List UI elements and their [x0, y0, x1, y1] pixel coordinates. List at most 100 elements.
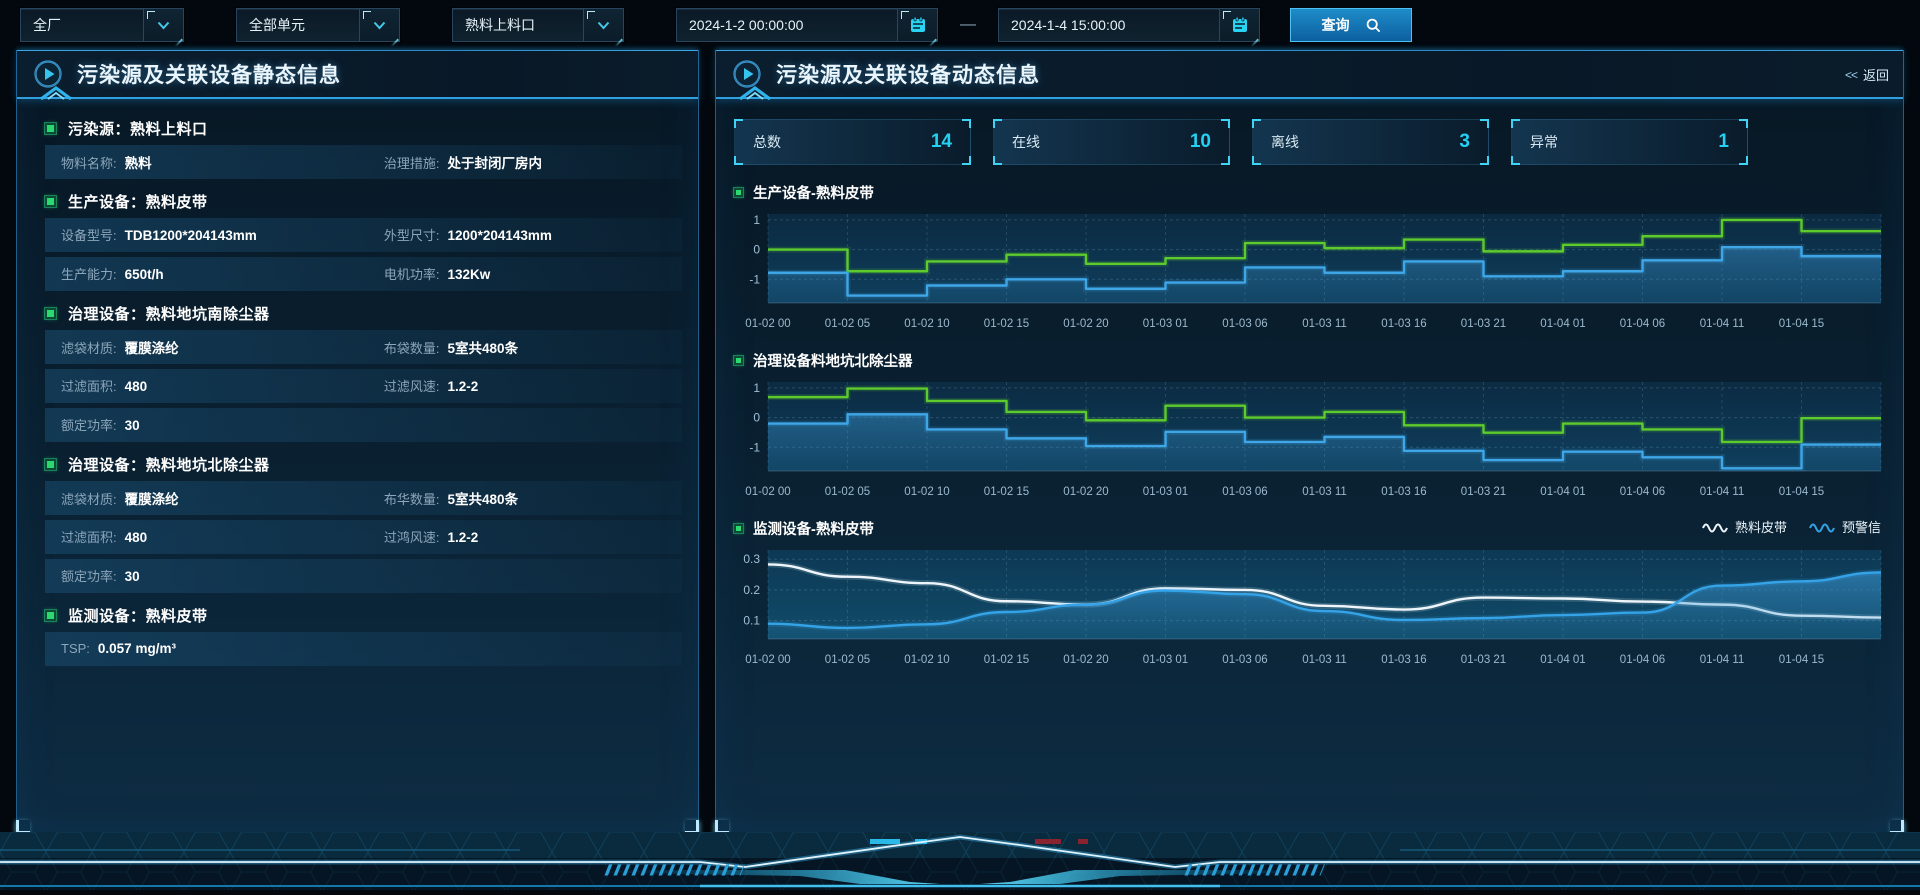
svg-text:01-03 06: 01-03 06	[1222, 654, 1267, 666]
green-square-bullet	[45, 123, 56, 134]
corner-accent	[962, 119, 971, 128]
field-value: 熟料	[125, 156, 152, 171]
svg-text:01-02 00: 01-02 00	[745, 654, 790, 666]
green-square-bullet	[45, 308, 56, 319]
stat-value: 10	[1190, 131, 1211, 153]
query-button[interactable]: 查询	[1290, 8, 1412, 42]
static-info-title: 污染源及关联设备静态信息	[77, 59, 341, 89]
device-stats-row: 总数 14 在线 10 离线 3 异常 1	[734, 119, 1885, 165]
svg-text:01-02 10: 01-02 10	[904, 654, 949, 666]
query-button-label: 查询	[1322, 15, 1350, 35]
field-value: 650t/h	[125, 267, 164, 282]
svg-text:01-02 00: 01-02 00	[745, 318, 790, 330]
corner-accent	[1739, 119, 1748, 128]
svg-text:01-03 16: 01-03 16	[1381, 654, 1426, 666]
field-label: 滤袋材质:	[61, 341, 117, 356]
chart-title: 生产设备-熟料皮带	[753, 182, 874, 203]
date-start-input[interactable]: 2024-1-2 00:00:00	[676, 8, 938, 42]
field-value: 5室共480条	[448, 492, 519, 507]
chart-monitoring-equipment: 监测设备-熟料皮带 熟料皮带 预警信	[734, 515, 1885, 677]
section-heading-text: 治理设备：熟料地坑北除尘器	[68, 454, 270, 475]
chevron-down-icon[interactable]	[583, 9, 623, 41]
field-label: TSP:	[61, 641, 90, 656]
section-heading-text: 污染源：熟料上料口	[68, 118, 208, 139]
chevron-down-icon[interactable]	[143, 9, 183, 41]
section-heading-text: 治理设备：熟料地坑南除尘器	[68, 303, 270, 324]
stat-value: 14	[931, 131, 952, 153]
green-square-bullet	[734, 524, 743, 533]
field-label: 布袋数量:	[384, 341, 440, 356]
back-arrows: <<	[1845, 68, 1857, 82]
corner-accent	[993, 119, 1002, 128]
calendar-icon[interactable]	[897, 9, 937, 41]
stat-label: 离线	[1271, 132, 1299, 152]
corner-accent	[1511, 119, 1520, 128]
static-info-header: 污染源及关联设备静态信息	[17, 51, 698, 99]
corner-accent	[1480, 119, 1489, 128]
field-value: 1.2-2	[448, 379, 479, 394]
date-end-input[interactable]: 2024-1-4 15:00:00	[998, 8, 1260, 42]
dynamic-info-title: 污染源及关联设备动态信息	[776, 59, 1040, 89]
calendar-icon[interactable]	[1219, 9, 1259, 41]
svg-text:01-04 15: 01-04 15	[1779, 486, 1824, 498]
select-pollution-source[interactable]: 熟料上料口	[452, 8, 624, 42]
date-start-value: 2024-1-2 00:00:00	[677, 17, 897, 33]
select-plant[interactable]: 全厂	[20, 8, 184, 42]
date-range-separator: —	[960, 16, 976, 34]
svg-text:01-04 06: 01-04 06	[1620, 318, 1665, 330]
field-label: 设备型号:	[61, 228, 117, 243]
select-unit[interactable]: 全部单元	[236, 8, 400, 42]
svg-text:01-03 16: 01-03 16	[1381, 486, 1426, 498]
field-label: 过滤风速:	[384, 379, 440, 394]
corner-accent	[1739, 156, 1748, 165]
field-label: 治理措施:	[384, 156, 440, 171]
svg-text:01-03 11: 01-03 11	[1302, 318, 1347, 330]
section-heading: 污染源：熟料上料口	[31, 111, 684, 145]
info-row: 滤袋材质:覆膜涤纶布华数量:5室共480条	[45, 481, 682, 515]
info-row: 过滤面积:480过鸿风速:1.2-2	[45, 520, 682, 554]
svg-text:01-04 15: 01-04 15	[1779, 654, 1824, 666]
svg-text:01-02 20: 01-02 20	[1063, 318, 1108, 330]
green-square-bullet	[734, 356, 743, 365]
play-icon	[732, 59, 762, 89]
step-chart-production: 10-101-02 0001-02 0501-02 1001-02 1501-0…	[734, 207, 1885, 341]
svg-text:0: 0	[753, 243, 760, 257]
back-button[interactable]: << 返回	[1845, 65, 1889, 84]
field-label: 生产能力:	[61, 267, 117, 282]
chart-title: 监测设备-熟料皮带	[753, 518, 874, 539]
section-heading: 监测设备：熟料皮带	[31, 598, 684, 632]
corner-accent	[734, 119, 743, 128]
stat-value: 1	[1718, 131, 1729, 153]
legend-item-belt[interactable]: 熟料皮带	[1702, 517, 1787, 536]
green-square-bullet	[45, 459, 56, 470]
svg-text:01-04 06: 01-04 06	[1620, 654, 1665, 666]
svg-text:01-02 15: 01-02 15	[984, 486, 1029, 498]
svg-text:0.3: 0.3	[743, 552, 760, 566]
svg-text:01-03 06: 01-03 06	[1222, 318, 1267, 330]
field-label: 外型尺寸:	[384, 228, 440, 243]
svg-text:01-02 10: 01-02 10	[904, 486, 949, 498]
section-heading: 生产设备：熟料皮带	[31, 184, 684, 218]
dynamic-info-body: 总数 14 在线 10 离线 3 异常 1	[716, 99, 1903, 677]
svg-text:01-02 15: 01-02 15	[984, 318, 1029, 330]
field-value: 30	[125, 569, 140, 584]
section-heading: 治理设备：熟料地坑北除尘器	[31, 447, 684, 481]
field-value: 处于封闭厂房内	[448, 156, 543, 171]
legend-item-alert[interactable]: 预警信	[1809, 517, 1881, 536]
svg-text:1: 1	[753, 213, 760, 227]
corner-accent	[1221, 156, 1230, 165]
wavy-line-icon	[1809, 521, 1835, 533]
svg-text:01-02 05: 01-02 05	[825, 486, 870, 498]
svg-text:0.1: 0.1	[743, 614, 760, 628]
field-value: 覆膜涤纶	[125, 492, 179, 507]
svg-text:01-03 21: 01-03 21	[1461, 654, 1506, 666]
static-info-sections: 污染源：熟料上料口物料名称:熟料治理措施:处于封闭厂房内生产设备：熟料皮带设备型…	[17, 99, 698, 683]
stat-label: 在线	[1012, 132, 1040, 152]
svg-text:01-04 11: 01-04 11	[1700, 486, 1745, 498]
section-heading: 治理设备：熟料地坑南除尘器	[31, 296, 684, 330]
field-value: TDB1200*204143mm	[125, 228, 257, 243]
field-value: 5室共480条	[448, 341, 519, 356]
svg-text:01-02 20: 01-02 20	[1063, 654, 1108, 666]
chevron-down-icon[interactable]	[359, 9, 399, 41]
corner-accent	[1252, 156, 1261, 165]
